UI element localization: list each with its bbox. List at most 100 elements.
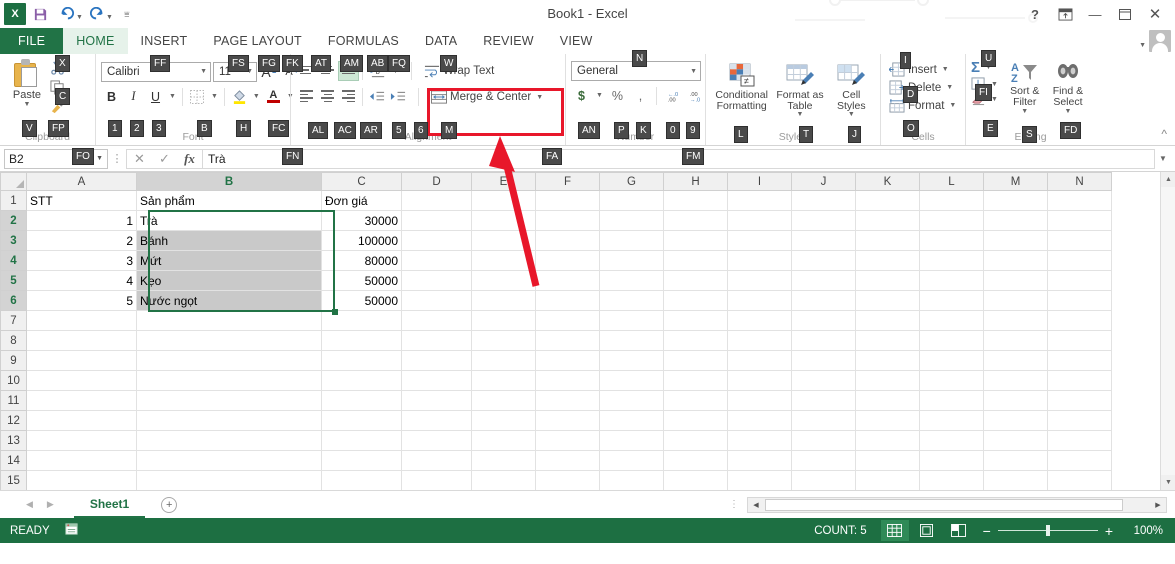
cell-N12[interactable] <box>1047 410 1112 431</box>
cell-L1[interactable] <box>919 190 984 211</box>
cell-H14[interactable] <box>663 450 728 471</box>
row-header-5[interactable]: 5 <box>0 270 27 291</box>
cell-styles-button[interactable]: Cell Styles ▼ <box>829 61 873 118</box>
paste-dropdown-icon[interactable]: ▼ <box>24 101 31 108</box>
cell-D12[interactable] <box>401 410 472 431</box>
cell-I15[interactable] <box>727 470 792 490</box>
column-header-J[interactable]: J <box>791 172 856 191</box>
column-header-M[interactable]: M <box>983 172 1048 191</box>
align-right-icon[interactable] <box>338 87 359 107</box>
cell-M8[interactable] <box>983 330 1048 351</box>
cell-G9[interactable] <box>599 350 664 371</box>
cell-M3[interactable] <box>983 230 1048 251</box>
column-header-I[interactable]: I <box>727 172 792 191</box>
cell-D11[interactable] <box>401 390 472 411</box>
window-controls[interactable]: ? — ✕ <box>1021 4 1169 24</box>
row-header-14[interactable]: 14 <box>0 450 27 471</box>
cell-K13[interactable] <box>855 430 920 451</box>
avatar[interactable] <box>1149 30 1171 52</box>
cell-N2[interactable] <box>1047 210 1112 231</box>
cell-B7[interactable] <box>136 310 322 331</box>
cell-I9[interactable] <box>727 350 792 371</box>
help-button[interactable]: ? <box>1021 4 1049 24</box>
hscroll-left-icon[interactable]: ◀ <box>748 498 764 512</box>
cell-D14[interactable] <box>401 450 472 471</box>
comma-icon[interactable]: , <box>630 85 651 106</box>
insert-dropdown-icon[interactable]: ▼ <box>940 66 951 73</box>
cell-K11[interactable] <box>855 390 920 411</box>
row-header-11[interactable]: 11 <box>0 390 27 411</box>
cell-A11[interactable] <box>26 390 137 411</box>
tab-review[interactable]: REVIEW <box>470 28 547 54</box>
cell-E4[interactable] <box>471 250 536 271</box>
cell-N10[interactable] <box>1047 370 1112 391</box>
cell-J6[interactable] <box>791 290 856 311</box>
cell-B12[interactable] <box>136 410 322 431</box>
cell-K10[interactable] <box>855 370 920 391</box>
hscroll-thumb[interactable] <box>765 498 1123 511</box>
cell-F1[interactable] <box>535 190 600 211</box>
cell-I2[interactable] <box>727 210 792 231</box>
ribbon-tab-bar[interactable]: FILE HOME INSERT PAGE LAYOUT FORMULAS DA… <box>0 28 1175 54</box>
restore-button[interactable] <box>1111 4 1139 24</box>
cell-M6[interactable] <box>983 290 1048 311</box>
cell-C5[interactable]: 50000 <box>321 270 402 291</box>
cell-L10[interactable] <box>919 370 984 391</box>
cell-D3[interactable] <box>401 230 472 251</box>
zoom-thumb[interactable] <box>1045 525 1050 536</box>
cell-D13[interactable] <box>401 430 472 451</box>
cell-D15[interactable] <box>401 470 472 490</box>
fill-handle[interactable] <box>332 309 338 315</box>
delete-cells-button[interactable]: Delete ▼ <box>886 79 958 96</box>
cell-B5[interactable]: Kẹo <box>136 270 322 291</box>
cell-N3[interactable] <box>1047 230 1112 251</box>
row-header-3[interactable]: 3 <box>0 230 27 251</box>
tab-data[interactable]: DATA <box>412 28 470 54</box>
cell-N7[interactable] <box>1047 310 1112 331</box>
cell-L4[interactable] <box>919 250 984 271</box>
cell-F15[interactable] <box>535 470 600 490</box>
cell-H1[interactable] <box>663 190 728 211</box>
cell-N6[interactable] <box>1047 290 1112 311</box>
cell-K7[interactable] <box>855 310 920 331</box>
cell-A14[interactable] <box>26 450 137 471</box>
cell-M4[interactable] <box>983 250 1048 271</box>
cell-G6[interactable] <box>599 290 664 311</box>
tab-file[interactable]: FILE <box>0 28 64 54</box>
cell-J15[interactable] <box>791 470 856 490</box>
row-header-9[interactable]: 9 <box>0 350 27 371</box>
hscroll-right-icon[interactable]: ▶ <box>1150 498 1166 512</box>
row-header-6[interactable]: 6 <box>0 290 27 311</box>
cell-E13[interactable] <box>471 430 536 451</box>
cell-G3[interactable] <box>599 230 664 251</box>
cell-F13[interactable] <box>535 430 600 451</box>
column-header-B[interactable]: B <box>136 172 322 191</box>
cell-M13[interactable] <box>983 430 1048 451</box>
horizontal-scrollbar[interactable]: ◀ ▶ <box>747 496 1167 513</box>
cell-C13[interactable] <box>321 430 402 451</box>
sheet-prev-icon[interactable]: ◀ <box>26 499 33 510</box>
format-as-table-button[interactable]: Format as Table ▼ <box>774 61 826 118</box>
cell-J9[interactable] <box>791 350 856 371</box>
cell-H2[interactable] <box>663 210 728 231</box>
conditional-formatting-button[interactable]: ≠ Conditional Formatting <box>713 61 771 112</box>
font-name-dropdown-icon[interactable]: ▼ <box>194 68 207 75</box>
scroll-split-grip[interactable]: ⋮ <box>721 499 747 510</box>
cell-I13[interactable] <box>727 430 792 451</box>
cell-F2[interactable] <box>535 210 600 231</box>
cell-H3[interactable] <box>663 230 728 251</box>
cell-N9[interactable] <box>1047 350 1112 371</box>
tab-page-layout[interactable]: PAGE LAYOUT <box>200 28 315 54</box>
cell-A4[interactable]: 3 <box>26 250 137 271</box>
cell-K3[interactable] <box>855 230 920 251</box>
cell-L7[interactable] <box>919 310 984 331</box>
underline-button[interactable]: U <box>145 86 166 107</box>
minimize-button[interactable]: — <box>1081 4 1109 24</box>
cell-L8[interactable] <box>919 330 984 351</box>
insert-cells-button[interactable]: Insert ▼ <box>886 61 954 78</box>
cell-H10[interactable] <box>663 370 728 391</box>
column-header-H[interactable]: H <box>663 172 728 191</box>
decrease-indent-icon[interactable] <box>366 87 387 107</box>
cell-H11[interactable] <box>663 390 728 411</box>
cell-L14[interactable] <box>919 450 984 471</box>
